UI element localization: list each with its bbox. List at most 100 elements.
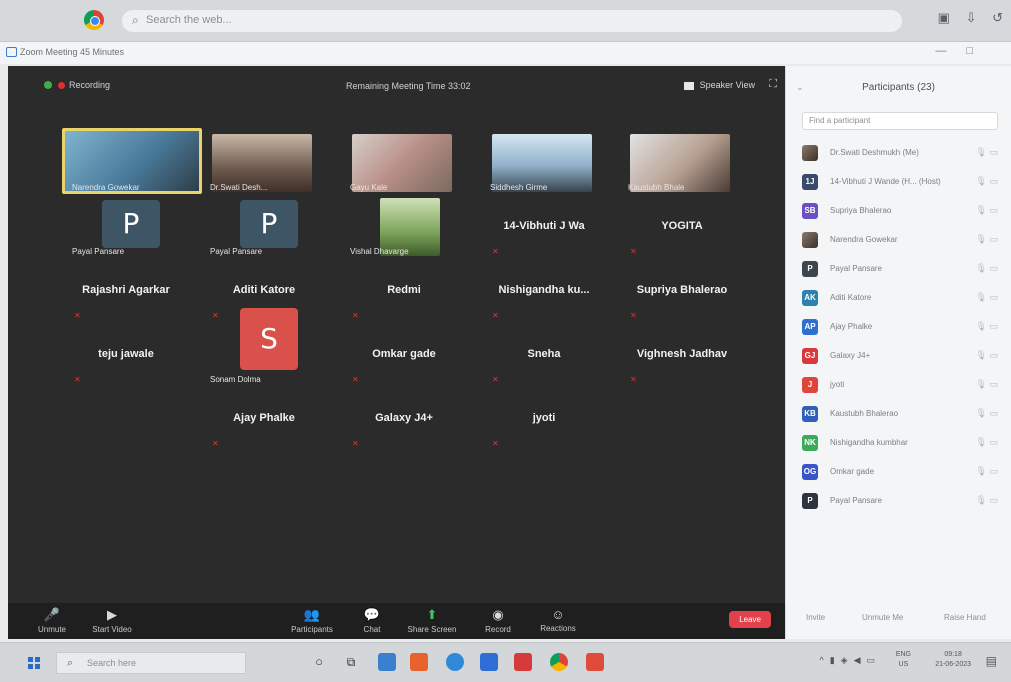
participant-status-icons: 🎙 ▭	[976, 321, 998, 332]
security-shield-icon[interactable]	[44, 81, 52, 89]
raise-hand-button[interactable]: Raise Hand	[944, 613, 986, 622]
cortana-icon[interactable]: ○	[310, 653, 328, 671]
profile-icon[interactable]: ▣	[938, 10, 950, 25]
participant-name: Vighnesh Jadhav	[636, 348, 728, 360]
participant-tile[interactable]	[624, 388, 740, 451]
participant-list-name: Ajay Phalke	[830, 322, 873, 331]
participant-tile[interactable]: P Payal Pansare	[206, 196, 322, 259]
participant-tile[interactable]	[68, 388, 184, 451]
participant-tile[interactable]: Vishal Dhavarge	[346, 196, 462, 259]
participant-name: Rajashri Agarkar	[82, 284, 170, 296]
participant-tile[interactable]: Dr.Swati Desh...	[206, 132, 322, 195]
participant-status-icons: 🎙 ▭	[976, 408, 998, 419]
taskbar-search-placeholder: Search here	[87, 658, 137, 668]
participant-tile[interactable]: Rajashri Agarkar ✕	[68, 260, 184, 323]
region-code: US	[898, 661, 909, 668]
edge-icon[interactable]	[446, 653, 464, 671]
history-icon[interactable]: ↺	[992, 10, 1003, 25]
participant-tile[interactable]: jyoti ✕	[486, 388, 602, 451]
video-grid-row: Ajay Phalke ✕ Galaxy J4+ ✕ jyoti ✕	[18, 388, 778, 451]
participant-avatar: 1J	[802, 174, 818, 190]
file-explorer-icon[interactable]	[378, 653, 396, 671]
participant-tile[interactable]: Redmi ✕	[346, 260, 462, 323]
participant-tile[interactable]: P Payal Pansare	[68, 196, 184, 259]
unmute-button[interactable]: 🎤 Unmute	[22, 607, 82, 634]
participant-list-item[interactable]: OG Omkar gade 🎙 ▭	[794, 459, 1006, 488]
participant-tile[interactable]: Gayu Kale	[346, 132, 462, 195]
participant-avatar: NK	[802, 435, 818, 451]
system-clock[interactable]: 09:18 21-06-2023	[935, 650, 971, 670]
participant-tile[interactable]: Narendra Gowekar	[62, 128, 202, 195]
language-indicator[interactable]: ENG US	[896, 650, 911, 670]
participant-list-item[interactable]: P Payal Pansare 🎙 ▭	[794, 256, 1006, 285]
chat-button[interactable]: 💬 Chat	[342, 607, 402, 634]
participant-list-item[interactable]: 1J 14-Vibhuti J Wande (H... (Host) 🎙 ▭	[794, 169, 1006, 198]
record-button[interactable]: ◉ Record	[468, 607, 528, 634]
participant-list-item[interactable]: Narendra Gowekar 🎙 ▭	[794, 227, 1006, 256]
participant-status-icons: 🎙 ▭	[976, 292, 998, 303]
office-icon[interactable]	[410, 653, 428, 671]
participant-name-caption: Sonam Dolma	[210, 375, 261, 384]
participant-tile[interactable]: Kaustubh Bhale	[624, 132, 740, 195]
participants-button[interactable]: 👥 Participants	[282, 607, 342, 634]
participant-tile[interactable]: Galaxy J4+ ✕	[346, 388, 462, 451]
participant-list-item[interactable]: AK Aditi Katore 🎙 ▭	[794, 285, 1006, 314]
chrome-taskbar-icon[interactable]	[550, 653, 568, 671]
participant-list-item[interactable]: KB Kaustubh Bhalerao 🎙 ▭	[794, 401, 1006, 430]
invite-button[interactable]: Invite	[806, 613, 825, 622]
participant-tile[interactable]: Siddhesh Girme	[486, 132, 602, 195]
media-app-icon[interactable]	[514, 653, 532, 671]
participant-list-item[interactable]: Jjyoti 🎙 ▭	[794, 372, 1006, 401]
fullscreen-icon[interactable]: ⛶	[769, 78, 777, 91]
recording-indicator[interactable]: Recording	[58, 80, 110, 90]
participant-tile[interactable]: Supriya Bhalerao ✕	[624, 260, 740, 323]
participant-tile[interactable]: S Sonam Dolma	[206, 308, 322, 387]
window-controls[interactable]: —□	[935, 45, 993, 57]
participant-tile[interactable]: 14-Vibhuti J Wa ✕	[486, 196, 602, 259]
download-icon[interactable]: ⇩	[966, 10, 977, 25]
video-off-icon: ▭	[989, 350, 998, 360]
participant-tile[interactable]: teju jawale ✕	[68, 324, 184, 387]
participant-list-item[interactable]: AP Ajay Phalke 🎙 ▭	[794, 314, 1006, 343]
participant-list-item[interactable]: GJ Galaxy J4+ 🎙 ▭	[794, 343, 1006, 372]
task-view-icon[interactable]: ⧉	[342, 653, 360, 671]
participant-tile[interactable]: Ajay Phalke ✕	[206, 388, 322, 451]
zoom-taskbar-icon[interactable]	[480, 653, 498, 671]
muted-mic-icon: 🎙	[975, 379, 987, 389]
participant-tile[interactable]: YOGITA ✕	[624, 196, 740, 259]
participant-tile[interactable]: Sneha ✕	[486, 324, 602, 387]
participant-list-name: Dr.Swati Deshmukh (Me)	[830, 148, 919, 157]
leave-button[interactable]: Leave	[729, 611, 771, 628]
windows-start-icon[interactable]	[28, 657, 40, 669]
system-tray-icons[interactable]: ^▮◈◀▭	[819, 655, 881, 666]
minimize-icon[interactable]: —	[935, 45, 966, 57]
participant-name: Redmi	[387, 284, 421, 296]
taskbar-search-box[interactable]: ⌕ Search here	[56, 652, 246, 674]
participant-tile[interactable]: Vighnesh Jadhav ✕	[624, 324, 740, 387]
reactions-button[interactable]: ☺ Reactions	[528, 607, 588, 633]
chrome-icon[interactable]	[84, 10, 104, 30]
start-video-button[interactable]: ▶ Start Video	[82, 607, 142, 634]
video-grid: Narendra Gowekar Dr.Swati Desh... Gayu Kal…	[18, 128, 778, 452]
maximize-icon[interactable]: □	[966, 45, 993, 57]
share-screen-button[interactable]: ⬆ Share Screen	[402, 607, 462, 634]
participant-name-caption: Vishal Dhavarge	[350, 247, 409, 256]
speaker-view-button[interactable]: Speaker View	[684, 80, 755, 90]
notifications-icon[interactable]: ▤	[986, 654, 997, 668]
participant-status-icons: 🎙 ▭	[976, 350, 998, 361]
unmute-me-button[interactable]: Unmute Me	[862, 613, 903, 622]
participant-list-item[interactable]: Dr.Swati Deshmukh (Me) 🎙 ▭	[794, 140, 1006, 169]
participant-list-name: Supriya Bhalerao	[830, 206, 892, 215]
participant-avatar: P	[802, 261, 818, 277]
show-hidden-icons-icon[interactable]: ^	[819, 655, 829, 665]
participant-name: Supriya Bhalerao	[636, 284, 728, 296]
participant-search-input[interactable]: Find a participant	[802, 112, 998, 130]
browser-search-bar[interactable]: ⌕ Search the web...	[122, 10, 902, 32]
participant-list-item[interactable]: NK Nishigandha kumbhar 🎙 ▭	[794, 430, 1006, 459]
pdf-reader-icon[interactable]	[586, 653, 604, 671]
participant-list-item[interactable]: P Payal Pansare 🎙 ▭	[794, 488, 1006, 517]
participant-tile[interactable]: Omkar gade ✕	[346, 324, 462, 387]
participant-tile[interactable]: Nishigandha ku... ✕	[486, 260, 602, 323]
participant-list-item[interactable]: SB Supriya Bhalerao 🎙 ▭	[794, 198, 1006, 227]
participant-avatar: SB	[802, 203, 818, 219]
